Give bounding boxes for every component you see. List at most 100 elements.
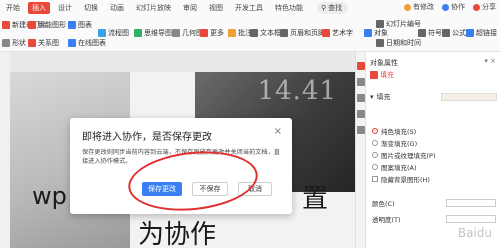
- transparency-input[interactable]: [446, 215, 496, 223]
- pi-icon: [442, 29, 450, 37]
- picture-fill-option[interactable]: 图片或纹理填充(P): [372, 150, 436, 160]
- settings-icon[interactable]: [357, 126, 365, 134]
- smart-art-button[interactable]: 智能图形: [28, 20, 66, 30]
- comment-button[interactable]: 批注: [228, 28, 252, 38]
- thumbnail-strip[interactable]: [0, 52, 10, 248]
- slide-text-left: wp: [32, 182, 67, 210]
- pattern-fill-option[interactable]: 图案填充(A): [372, 162, 417, 172]
- tab-transitions[interactable]: 切换: [80, 2, 102, 14]
- more-icon: [200, 29, 208, 37]
- online-chart-icon: [68, 39, 76, 47]
- geometry-icon: [172, 29, 180, 37]
- radio: [372, 164, 378, 170]
- slide-number-button[interactable]: 幻灯片编号: [376, 19, 421, 29]
- shape-button[interactable]: 形状: [2, 38, 26, 48]
- object-button[interactable]: 对象: [364, 28, 388, 38]
- fill-color-swatch[interactable]: [441, 93, 497, 101]
- tab-view[interactable]: 视图: [205, 2, 227, 14]
- geometry-button[interactable]: 几何图: [172, 28, 203, 38]
- slide-deco-number: 14.41: [257, 76, 337, 106]
- shape-icon: [2, 39, 10, 47]
- color-field: 颜色(C): [372, 198, 496, 208]
- color-label: 颜色(C): [372, 200, 395, 208]
- object-icon: [364, 29, 372, 37]
- style-icon[interactable]: [357, 78, 365, 86]
- textbox-button[interactable]: 文本框: [250, 28, 281, 38]
- tab-slideshow[interactable]: 幻灯片放映: [132, 2, 175, 14]
- tab-insert[interactable]: 插入: [28, 2, 50, 14]
- chart-button[interactable]: 图表: [68, 20, 92, 30]
- relation-chart-button[interactable]: 关系图: [28, 38, 59, 48]
- gradient-fill-option[interactable]: 渐变填充(G): [372, 138, 417, 148]
- search-icon: ⚲: [321, 4, 327, 12]
- tab-home[interactable]: 开始: [2, 2, 24, 14]
- relation-icon: [28, 39, 36, 47]
- animation-icon[interactable]: [357, 94, 365, 102]
- radio-selected: [372, 128, 378, 134]
- solid-fill-option[interactable]: 纯色填充(S): [372, 126, 416, 136]
- transparency-label: 透明度(T): [372, 216, 401, 224]
- panel-controls[interactable]: ▾ ×: [484, 57, 496, 65]
- close-icon[interactable]: ×: [274, 126, 282, 137]
- slide-text-right: 置: [302, 184, 329, 214]
- dialog-title: 即将进入协作，是否保存更改: [82, 132, 212, 143]
- flowchart-icon: [98, 29, 106, 37]
- textbox-icon: [250, 29, 258, 37]
- share-button[interactable]: 分享: [473, 2, 496, 12]
- mindmap-button[interactable]: 思维导图: [134, 28, 172, 38]
- online-chart-button[interactable]: 在线图表: [68, 38, 106, 48]
- header-footer-icon: [280, 29, 288, 37]
- symbol-button[interactable]: 符号: [418, 28, 442, 38]
- users-icon: [442, 3, 449, 11]
- layers-icon[interactable]: [357, 110, 365, 118]
- tab-design[interactable]: 设计: [54, 2, 76, 14]
- link-icon: [466, 29, 474, 37]
- ribbon-toolbar: 新建幻灯片 智能图形 图表 流程图 思维导图 几何图 更多 批注 文本框 页眉和…: [0, 16, 500, 52]
- formula-button[interactable]: 公式: [442, 28, 466, 38]
- wordart-icon: [322, 29, 330, 37]
- object-properties-panel: 对象属性 ▾ × 填充 ▾ 填充 纯色填充(S) 渐变填充(G) 图片或纹理填充…: [365, 52, 500, 248]
- wordart-button[interactable]: 艺术字: [322, 28, 353, 38]
- panel-title: 对象属性: [370, 59, 398, 67]
- property-icon[interactable]: [357, 62, 365, 70]
- slide-text-bottom: 为协作: [138, 220, 217, 248]
- search-box[interactable]: ⚲ 查找: [317, 2, 349, 14]
- date-time-button[interactable]: 日期和时间: [376, 38, 421, 48]
- radio: [372, 152, 378, 158]
- calendar-icon: [376, 39, 384, 47]
- slide-icon: [2, 21, 10, 29]
- ribbon-tabs: 开始 插入 设计 切换 动画 幻灯片放映 审阅 视图 开发工具 特色功能 ⚲ 查…: [0, 0, 500, 16]
- color-picker[interactable]: [446, 199, 496, 207]
- tab-developer[interactable]: 开发工具: [231, 2, 267, 14]
- tab-fill[interactable]: 填充: [370, 70, 394, 80]
- checkbox: [372, 176, 378, 182]
- more-button[interactable]: 更多: [200, 28, 224, 38]
- tab-features[interactable]: 特色功能: [271, 2, 307, 14]
- hide-background-checkbox[interactable]: 隐藏背景图形(H): [372, 174, 430, 184]
- omega-icon: [418, 29, 426, 37]
- flowchart-button[interactable]: 流程图: [98, 28, 129, 38]
- chevron-down-icon: ▾: [370, 93, 374, 101]
- collaborate-button[interactable]: 协作: [442, 2, 465, 12]
- smart-art-icon: [28, 21, 36, 29]
- watermark-logo: Baidu: [457, 226, 492, 240]
- comment-icon: [228, 29, 236, 37]
- slide-number-icon: [376, 20, 384, 28]
- fill-bucket-icon: [370, 71, 378, 79]
- share-icon: [473, 3, 480, 11]
- modified-status[interactable]: 有修改: [404, 2, 434, 12]
- search-label: 查找: [328, 4, 343, 12]
- hyperlink-button[interactable]: 超链接: [466, 28, 497, 38]
- tab-review[interactable]: 审阅: [179, 2, 201, 14]
- fill-label: 填充: [376, 93, 391, 101]
- ribbon-right-actions: 有修改 协作 分享: [396, 2, 496, 12]
- cloud-icon: [404, 3, 411, 11]
- transparency-field: 透明度(T): [372, 214, 496, 224]
- tab-animations[interactable]: 动画: [106, 2, 128, 14]
- side-toolbar: [355, 52, 365, 248]
- radio: [372, 140, 378, 146]
- header-footer-button[interactable]: 页眉和页脚: [280, 28, 325, 38]
- chart-icon: [68, 21, 76, 29]
- fill-section[interactable]: ▾ 填充: [370, 92, 497, 102]
- mindmap-icon: [134, 29, 142, 37]
